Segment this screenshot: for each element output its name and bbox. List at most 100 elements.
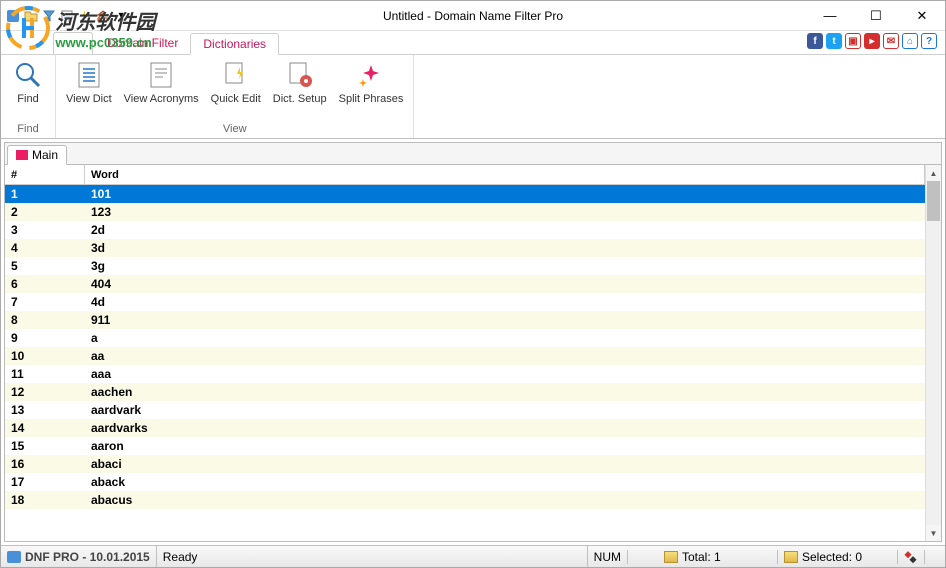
workspace: Main # Word 1101212332d43d53g640474d8911…: [4, 142, 942, 542]
cell-number: 17: [5, 475, 85, 489]
cell-word: 3g: [85, 259, 925, 273]
status-bar: DNF PRO - 10.01.2015 Ready NUM Total: 1 …: [1, 545, 945, 567]
column-header-number[interactable]: #: [5, 165, 85, 184]
dropdown-icon[interactable]: ▾: [113, 8, 129, 24]
table-row[interactable]: 32d: [5, 221, 925, 239]
cell-number: 1: [5, 187, 85, 201]
cell-word: aback: [85, 475, 925, 489]
grid-icon: [16, 150, 28, 160]
mail-icon[interactable]: ✉: [883, 33, 899, 49]
bolt-icon[interactable]: [77, 8, 93, 24]
table-row[interactable]: 43d: [5, 239, 925, 257]
tab-domain-filter[interactable]: Domain Filter: [95, 32, 190, 54]
table-row[interactable]: 74d: [5, 293, 925, 311]
pencil-bolt-icon: [220, 59, 252, 91]
cell-number: 8: [5, 313, 85, 327]
status-ready: Ready: [163, 550, 198, 564]
table-row[interactable]: 13aardvark: [5, 401, 925, 419]
cell-number: 10: [5, 349, 85, 363]
column-header-word[interactable]: Word: [85, 165, 925, 184]
data-grid[interactable]: # Word 1101212332d43d53g640474d89119a10a…: [5, 165, 925, 541]
cell-word: a: [85, 331, 925, 345]
document-gear-icon: [284, 59, 316, 91]
cell-number: 16: [5, 457, 85, 471]
find-button[interactable]: Find: [7, 57, 49, 122]
scroll-thumb[interactable]: [927, 181, 940, 221]
tab-main[interactable]: Main: [7, 145, 67, 165]
cell-number: 7: [5, 295, 85, 309]
split-phrases-button[interactable]: Split Phrases: [335, 57, 408, 122]
ribbon-group-find: Find Find: [1, 55, 56, 138]
cell-word: aa: [85, 349, 925, 363]
table-row[interactable]: 53g: [5, 257, 925, 275]
rss-icon[interactable]: ▣: [845, 33, 861, 49]
workspace-tabs: Main: [5, 143, 941, 165]
youtube-icon[interactable]: ▸: [864, 33, 880, 49]
table-row[interactable]: 2123: [5, 203, 925, 221]
cell-word: abacus: [85, 493, 925, 507]
table-row[interactable]: 17aback: [5, 473, 925, 491]
cell-word: aaron: [85, 439, 925, 453]
close-button[interactable]: ✕: [899, 2, 945, 30]
table-row[interactable]: 16abaci: [5, 455, 925, 473]
tab-dictionaries[interactable]: Dictionaries: [190, 33, 279, 55]
open-icon[interactable]: [23, 8, 39, 24]
cell-number: 12: [5, 385, 85, 399]
ribbon-tabs: Domain Filter Dictionaries f t ▣ ▸ ✉ ⌂ ?: [1, 31, 945, 55]
cell-number: 18: [5, 493, 85, 507]
scroll-down-button[interactable]: ▼: [926, 525, 941, 541]
app-version-label: DNF PRO - 10.01.2015: [25, 550, 150, 564]
table-row[interactable]: 14aardvarks: [5, 419, 925, 437]
sparkle-icon: [355, 59, 387, 91]
cell-number: 13: [5, 403, 85, 417]
scroll-track[interactable]: [926, 181, 941, 525]
cell-word: 404: [85, 277, 925, 291]
table-row[interactable]: 12aachen: [5, 383, 925, 401]
cell-number: 5: [5, 259, 85, 273]
list-icon[interactable]: [59, 8, 75, 24]
cell-number: 11: [5, 367, 85, 381]
home-icon[interactable]: [95, 8, 111, 24]
table-row[interactable]: 11aaa: [5, 365, 925, 383]
table-row[interactable]: 10aa: [5, 347, 925, 365]
title-bar: ▾ Untitled - Domain Name Filter Pro — ☐ …: [1, 1, 945, 31]
help-icon[interactable]: ?: [921, 33, 937, 49]
twitter-icon[interactable]: t: [826, 33, 842, 49]
table-row[interactable]: 1101: [5, 185, 925, 203]
cell-number: 9: [5, 331, 85, 345]
table-row[interactable]: 18abacus: [5, 491, 925, 509]
cell-number: 2: [5, 205, 85, 219]
vertical-scrollbar[interactable]: ▲ ▼: [925, 165, 941, 541]
table-row[interactable]: 9a: [5, 329, 925, 347]
status-selected: Selected: 0: [802, 550, 862, 564]
view-dict-button[interactable]: View Dict: [62, 57, 116, 122]
table-row[interactable]: 6404: [5, 275, 925, 293]
document-lines-icon: [73, 59, 105, 91]
cell-word: 2d: [85, 223, 925, 237]
ribbon-group-view: View Dict View Acronyms Quick Edit Dict.…: [56, 55, 414, 138]
dict-setup-button[interactable]: Dict. Setup: [269, 57, 331, 122]
cell-word: 4d: [85, 295, 925, 309]
cell-word: 911: [85, 313, 925, 327]
ribbon-bar: Find Find View Dict View Acronyms Quick …: [1, 55, 945, 139]
view-acronyms-button[interactable]: View Acronyms: [120, 57, 203, 122]
magnifier-icon: [12, 59, 44, 91]
folder-selected-icon: [784, 551, 798, 563]
filter-icon[interactable]: [41, 8, 57, 24]
table-row[interactable]: 8911: [5, 311, 925, 329]
maximize-button[interactable]: ☐: [853, 2, 899, 30]
app-status-icon: [7, 551, 21, 563]
scroll-up-button[interactable]: ▲: [926, 165, 941, 181]
cell-number: 3: [5, 223, 85, 237]
cell-number: 15: [5, 439, 85, 453]
quick-edit-button[interactable]: Quick Edit: [207, 57, 265, 122]
cell-number: 14: [5, 421, 85, 435]
table-row[interactable]: 15aaron: [5, 437, 925, 455]
facebook-icon[interactable]: f: [807, 33, 823, 49]
app-icon: [5, 8, 21, 24]
home-link-icon[interactable]: ⌂: [902, 33, 918, 49]
cell-word: aardvarks: [85, 421, 925, 435]
cell-word: 123: [85, 205, 925, 219]
file-button[interactable]: [53, 32, 93, 54]
minimize-button[interactable]: —: [807, 2, 853, 30]
